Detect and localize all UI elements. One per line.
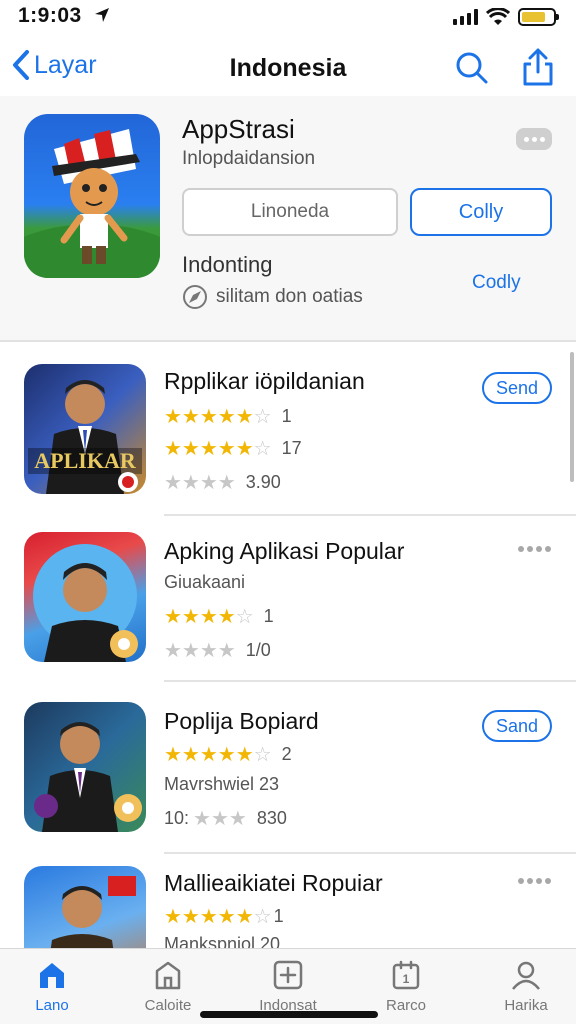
app-title: Poplija Bopiard: [164, 708, 319, 734]
featured-app-subtitle: Inlopdaidansion: [182, 148, 316, 169]
battery-icon: [518, 8, 559, 26]
featured-app-link[interactable]: Codly: [472, 272, 521, 294]
svg-text:1: 1: [403, 972, 410, 986]
rating-row: ★★★★★ ☆ 17: [164, 438, 302, 460]
send-button[interactable]: Sand: [482, 710, 552, 742]
rating-row: ★★★★★ ☆ 1: [164, 906, 284, 928]
tab-label: Lano: [35, 997, 69, 1014]
rating-count: 2: [281, 744, 292, 764]
rating-count: 830: [256, 808, 287, 828]
share-button[interactable]: [520, 46, 556, 93]
rating-row: ★★★★ ☆ 1: [164, 606, 274, 628]
status-time: 1:9:03: [18, 4, 82, 27]
compass-icon: [183, 285, 207, 309]
app-thumbnail: [24, 702, 146, 832]
featured-app-note: silitam don oatias: [182, 284, 363, 310]
tab-fourth[interactable]: 1 Rarco: [356, 959, 456, 1014]
home-icon: [40, 963, 64, 988]
building-icon: [155, 961, 181, 990]
app-thumbnail: [24, 532, 146, 662]
list-item[interactable]: Apking Aplikasi Popular Giuakaani ★★★★ ☆ 1…: [0, 522, 576, 692]
search-icon: [456, 52, 488, 84]
signal-icon: [453, 9, 478, 25]
rating-count: 1: [273, 906, 284, 926]
app-subtitle: Mankspniol 20: [164, 934, 281, 948]
app-subtitle: Mavrshwiel 23: [164, 774, 280, 794]
featured-app-icon[interactable]: [24, 114, 160, 278]
tab-third[interactable]: Indonsat: [238, 959, 338, 1014]
status-bar: 1:9:03: [0, 0, 576, 36]
tab-profile[interactable]: Harika: [476, 959, 576, 1014]
rating-row: ★★★★ 3.90: [164, 472, 281, 494]
tab-label: Harika: [504, 997, 548, 1014]
person-icon: [512, 961, 540, 990]
tab-second[interactable]: Caloite: [118, 959, 218, 1014]
add-box-icon: [273, 960, 303, 990]
app-title: Mallieaikiatei Ropuiar: [164, 870, 383, 896]
list-item[interactable]: APLIKAR Rpplikar iöpildanian Send ★★★★★ ☆…: [0, 352, 576, 522]
featured-app-label: Indonting: [182, 252, 273, 277]
home-indicator: [200, 1011, 378, 1018]
more-options-button[interactable]: [518, 878, 551, 884]
rating-row: ★★★★ 1/0: [164, 640, 271, 662]
rating-count: 1/0: [245, 640, 271, 660]
rating-prefix: 10:: [164, 808, 190, 828]
featured-app-action-button[interactable]: Colly: [410, 188, 552, 236]
share-icon: [523, 48, 553, 86]
send-button[interactable]: Send: [482, 372, 552, 404]
rating-row: 10: ★★★ 830: [164, 808, 287, 830]
rating-row: ★★★★★ ☆ 2: [164, 744, 292, 766]
rating-count: 1: [281, 406, 292, 426]
app-title: Apking Aplikasi Popular: [164, 538, 405, 564]
app-thumbnail: [24, 866, 146, 948]
app-thumbnail-text: APLIKAR: [34, 448, 137, 473]
nav-bar: Layar Indonesia: [0, 40, 576, 96]
rating-count: 3.90: [245, 472, 281, 492]
app-thumbnail: APLIKAR: [24, 364, 146, 494]
rating-count: 17: [281, 438, 302, 458]
app-subtitle: Giuakaani: [164, 572, 246, 592]
more-options-button[interactable]: [518, 546, 551, 552]
location-arrow-icon: [95, 8, 109, 22]
list-item[interactable]: Mallieaikiatei Ropuiar ★★★★★ ☆ 1 Mankspnio…: [0, 862, 576, 948]
tab-home[interactable]: Lano: [2, 959, 102, 1014]
status-icons: [453, 8, 559, 26]
calendar-icon: 1: [392, 960, 420, 990]
featured-app-note-text: silitam don oatias: [216, 286, 363, 307]
rating-count: 1: [263, 606, 274, 626]
app-title: Rpplikar iöpildanian: [164, 368, 365, 394]
wifi-icon: [486, 8, 510, 25]
featured-app-field[interactable]: Linoneda: [182, 188, 398, 236]
more-options-button[interactable]: [516, 128, 552, 150]
rating-row: ★★★★★ ☆ 1: [164, 406, 292, 428]
search-button[interactable]: [454, 50, 490, 91]
featured-app-title: AppStrasi: [182, 114, 295, 144]
featured-app: AppStrasi Inlopdaidansion Linoneda Colly…: [0, 96, 576, 342]
list-item[interactable]: Poplija Bopiard Sand ★★★★★ ☆ 2 Mavrshwiel …: [0, 692, 576, 862]
